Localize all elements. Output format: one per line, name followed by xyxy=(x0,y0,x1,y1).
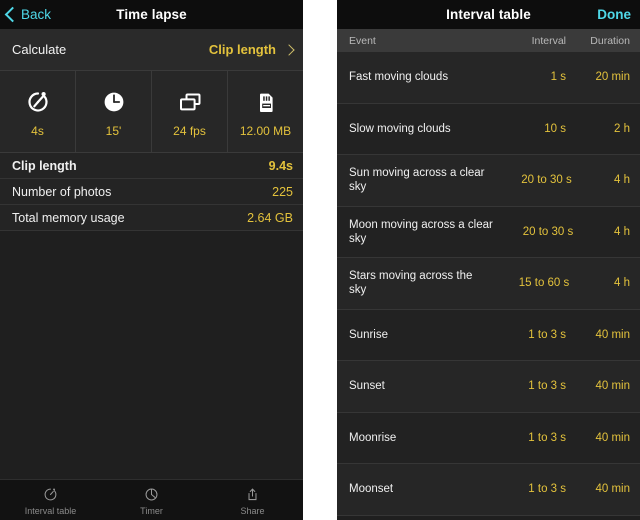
back-button-label: Back xyxy=(21,7,52,22)
done-button[interactable]: Done xyxy=(597,0,631,29)
table-row[interactable]: Fast moving clouds 1 s 20 min xyxy=(337,52,640,104)
summary-row-total-memory-usage: Total memory usage 2.64 GB xyxy=(0,205,303,231)
row-event: Stars moving across the sky xyxy=(349,270,473,297)
column-header-duration: Duration xyxy=(590,34,630,47)
table-row[interactable]: Slow moving clouds 10 s 2 h xyxy=(337,103,640,155)
summary-value: 2.64 GB xyxy=(247,210,293,225)
time-lapse-screen: Back Time lapse Calculate Clip length 4s… xyxy=(0,0,303,520)
fps-setting-cell[interactable]: 24 fps xyxy=(152,71,228,152)
row-duration: 4 h xyxy=(614,174,630,187)
tab-interval-table[interactable]: Interval table xyxy=(0,480,101,520)
row-interval: 1 to 3 s xyxy=(528,328,566,341)
timer-icon xyxy=(23,85,53,118)
chevron-left-icon xyxy=(4,6,21,23)
summary-row-number-of-photos: Number of photos 225 xyxy=(0,179,303,205)
right-navigation-bar: Interval table Done xyxy=(337,0,640,29)
tab-share[interactable]: Share xyxy=(202,480,303,520)
row-event: Moonrise xyxy=(349,431,397,444)
tab-timer[interactable]: Timer xyxy=(101,480,202,520)
screenshot-root: Back Time lapse Calculate Clip length 4s… xyxy=(0,0,640,520)
interval-table-title: Interval table xyxy=(446,7,531,22)
timer-icon xyxy=(142,484,161,504)
row-interval: 20 to 30 s xyxy=(521,174,572,187)
table-header-row: Event Interval Duration xyxy=(337,29,640,52)
row-duration: 4 h xyxy=(613,225,630,238)
duration-setting-cell[interactable]: 15' xyxy=(76,71,152,152)
row-interval: 1 to 3 s xyxy=(528,431,566,444)
summary-label: Clip length xyxy=(12,158,77,173)
row-interval: 20 to 30 s xyxy=(522,225,574,238)
table-row[interactable]: Moonset 1 to 3 s 40 min xyxy=(337,464,640,516)
frames-icon xyxy=(175,85,205,118)
row-duration: 40 min xyxy=(595,328,630,341)
row-event: Sunrise xyxy=(349,328,388,341)
row-event: Moon moving across a clear sky xyxy=(349,218,493,245)
row-event: Sunset xyxy=(349,380,385,393)
row-interval: 15 to 60 s xyxy=(518,277,570,290)
summary-list: Clip length 9.4s Number of photos 225 To… xyxy=(0,153,303,231)
bottom-tab-bar: Interval table Timer Share xyxy=(0,479,303,520)
table-row[interactable]: Stars moving across the sky 15 to 60 s 4… xyxy=(337,258,640,310)
column-header-event: Event xyxy=(349,34,376,47)
summary-label: Total memory usage xyxy=(12,210,125,225)
row-duration: 40 min xyxy=(595,431,630,444)
memory-setting-cell[interactable]: 12.00 MB xyxy=(228,71,303,152)
clock-icon xyxy=(99,85,129,118)
row-duration: 2 h xyxy=(614,122,630,135)
row-event: Fast moving clouds xyxy=(349,71,449,84)
calculate-value: Clip length xyxy=(208,42,276,57)
share-icon xyxy=(243,484,262,504)
row-event: Slow moving clouds xyxy=(349,122,451,135)
row-interval: 1 to 3 s xyxy=(528,380,566,393)
tab-label: Interval table xyxy=(24,506,77,516)
calculate-row[interactable]: Calculate Clip length xyxy=(0,29,303,71)
calculate-label: Calculate xyxy=(12,42,67,57)
interval-setting-cell[interactable]: 4s xyxy=(0,71,76,152)
column-header-interval: Interval xyxy=(531,34,566,47)
settings-icon-row: 4s 15' 24 fps 12.00 MB xyxy=(0,71,303,153)
sd-card-icon xyxy=(251,85,281,118)
fps-setting-caption: 24 fps xyxy=(173,124,206,138)
table-row[interactable]: Sun moving across a clear sky 20 to 30 s… xyxy=(337,155,640,207)
left-navigation-bar: Back Time lapse xyxy=(0,0,303,29)
table-row[interactable]: Sunset 1 to 3 s 40 min xyxy=(337,361,640,413)
row-duration: 40 min xyxy=(595,483,630,496)
row-interval: 1 s xyxy=(550,71,566,84)
tab-label: Share xyxy=(240,506,265,516)
interval-table-icon xyxy=(41,484,60,504)
summary-label: Number of photos xyxy=(12,184,112,199)
row-event: Moonset xyxy=(349,483,394,496)
row-duration: 20 min xyxy=(595,71,630,84)
table-row[interactable]: Moonrise 1 to 3 s 40 min xyxy=(337,412,640,464)
summary-value: 225 xyxy=(272,184,293,199)
row-event: Sun moving across a clear sky xyxy=(349,167,485,194)
interval-table-screen: Interval table Done Event Interval Durat… xyxy=(337,0,640,520)
summary-row-clip-length: Clip length 9.4s xyxy=(0,153,303,179)
table-row[interactable]: Moon moving across a clear sky 20 to 30 … xyxy=(337,206,640,258)
duration-setting-caption: 15' xyxy=(105,124,122,138)
row-interval: 10 s xyxy=(544,122,566,135)
row-duration: 4 h xyxy=(614,277,631,290)
empty-content-area xyxy=(0,231,303,479)
tab-label: Timer xyxy=(140,506,163,516)
row-duration: 40 min xyxy=(595,380,630,393)
back-button[interactable]: Back xyxy=(4,0,52,29)
calculate-value-group: Clip length xyxy=(208,42,295,57)
chevron-right-icon xyxy=(283,43,295,56)
interval-setting-caption: 4s xyxy=(31,124,44,138)
screen-divider xyxy=(303,0,337,520)
memory-setting-caption: 12.00 MB xyxy=(239,124,292,138)
interval-table-body: Fast moving clouds 1 s 20 min Slow movin… xyxy=(337,52,640,520)
summary-value: 9.4s xyxy=(268,158,293,173)
row-interval: 1 to 3 s xyxy=(528,483,566,496)
table-row[interactable]: Sunrise 1 to 3 s 40 min xyxy=(337,309,640,361)
